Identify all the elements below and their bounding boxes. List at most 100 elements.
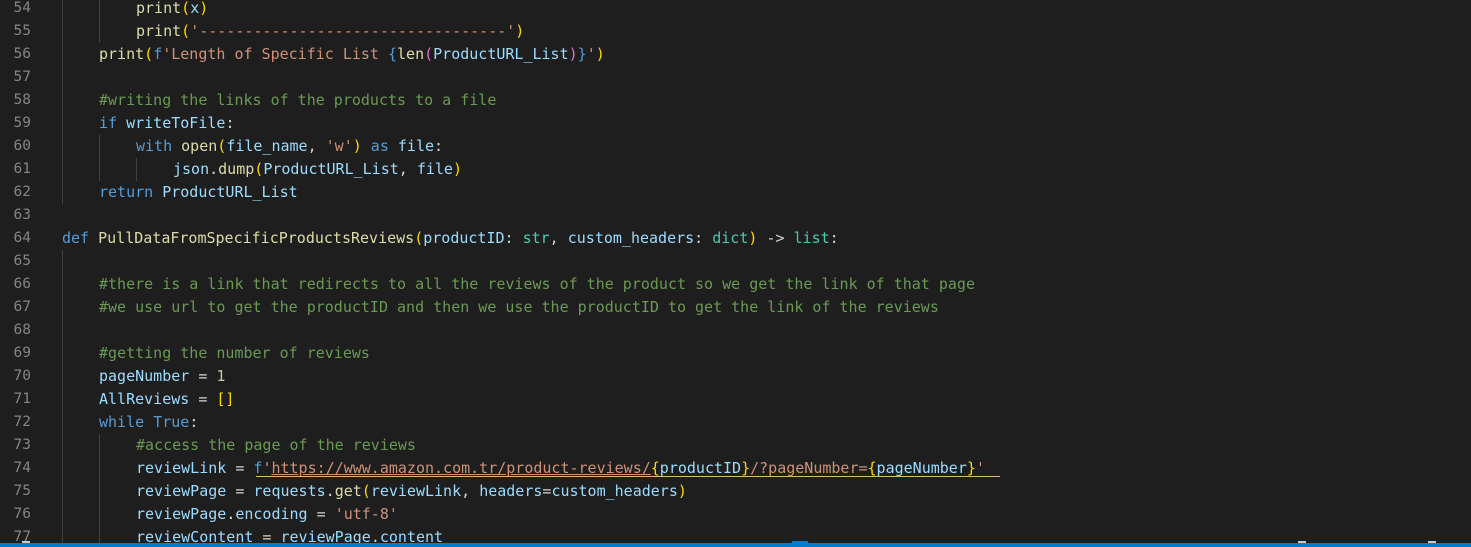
code-line[interactable]: def PullDataFromSpecificProductsReviews(… xyxy=(62,227,839,250)
code-token: def xyxy=(62,229,99,247)
code-token: file xyxy=(397,137,435,155)
code-token: : xyxy=(504,229,523,247)
line-number: 58 xyxy=(13,92,31,108)
code-token: True xyxy=(153,413,190,431)
indent-guide xyxy=(99,135,100,158)
code-line[interactable]: #we use url to get the productID and the… xyxy=(99,296,939,319)
code-area[interactable]: print(x) print('-------------------------… xyxy=(62,0,1452,547)
line-number: 69 xyxy=(13,345,31,361)
code-token: as xyxy=(361,137,398,155)
indent-guide xyxy=(136,158,137,181)
code-token: ( xyxy=(181,22,191,40)
code-token: #writing the links of the products to a … xyxy=(99,91,497,109)
code-token: , xyxy=(307,137,326,155)
line-number: 60 xyxy=(13,138,31,154)
code-token: . xyxy=(226,505,236,523)
code-token: . xyxy=(209,160,219,178)
code-token: print xyxy=(136,0,182,17)
code-token: { xyxy=(867,459,877,477)
code-token: writeToFile xyxy=(126,114,226,132)
code-token: custom_headers xyxy=(567,229,695,247)
line-number: 74 xyxy=(13,460,31,476)
code-line[interactable]: print('---------------------------------… xyxy=(136,20,524,43)
indent-guide xyxy=(99,20,100,43)
code-token: , xyxy=(398,160,417,178)
code-token: ProductURL_List xyxy=(263,160,399,178)
code-token: dump xyxy=(218,160,255,178)
code-token: } xyxy=(966,459,976,477)
code-line[interactable]: with open(file_name, 'w') as file: xyxy=(136,135,443,158)
code-line[interactable]: #writing the links of the products to a … xyxy=(99,89,496,112)
code-line[interactable]: #access the page of the reviews xyxy=(136,434,416,457)
indent-guide xyxy=(62,457,63,480)
code-token: ProductURL_List xyxy=(433,45,569,63)
code-token: { xyxy=(650,459,660,477)
code-line[interactable]: pageNumber = 1 xyxy=(99,365,225,388)
code-token: open xyxy=(181,137,218,155)
code-token: reviewLink xyxy=(136,459,227,477)
code-token: #getting the number of reviews xyxy=(99,344,370,362)
code-line[interactable]: return ProductURL_List xyxy=(99,181,298,204)
indent-guide xyxy=(99,503,100,526)
code-token: file xyxy=(416,160,453,178)
indent-guide xyxy=(99,457,100,480)
line-number: 64 xyxy=(13,230,31,246)
code-line[interactable]: #getting the number of reviews xyxy=(99,342,370,365)
code-token: ( xyxy=(144,45,154,63)
indent-guide xyxy=(62,273,63,296)
indent-guide xyxy=(99,480,100,503)
code-token: f xyxy=(153,45,163,63)
code-line[interactable]: reviewPage = requests.get(reviewLink, he… xyxy=(136,480,687,503)
code-token: ProductURL_List xyxy=(162,183,298,201)
code-line[interactable]: json.dump(ProductURL_List, file) xyxy=(173,158,462,181)
indent-guide xyxy=(62,181,63,204)
code-token: str xyxy=(522,229,550,247)
code-editor[interactable]: 54 55 56 57 58 59 60 61 62 63 64 65 66 67 68 69 70 71 72 73… xyxy=(0,0,1471,547)
code-line[interactable]: print(x) xyxy=(136,0,208,20)
code-line[interactable]: reviewPage.encoding = 'utf-8' xyxy=(136,503,398,526)
code-token: custom_headers xyxy=(551,482,678,500)
indent-guide xyxy=(62,503,63,526)
code-token: with xyxy=(136,137,182,155)
code-token: } xyxy=(741,459,751,477)
code-line[interactable]: if writeToFile: xyxy=(99,112,234,135)
code-token: ( xyxy=(361,482,371,500)
code-token: productID xyxy=(423,229,505,247)
code-token: ' xyxy=(586,45,596,63)
code-token: AllReviews xyxy=(99,390,190,408)
code-token: , xyxy=(549,229,568,247)
code-token: requests xyxy=(253,482,326,500)
code-token: [] xyxy=(216,390,235,408)
link-underline-hint xyxy=(256,476,1000,477)
indent-guide xyxy=(62,319,63,342)
code-token: ' xyxy=(975,459,985,477)
code-token: encoding xyxy=(235,505,308,523)
line-number-gutter: 54 55 56 57 58 59 60 61 62 63 64 65 66 67 68 69 70 71 72 73… xyxy=(0,0,44,547)
line-number: 70 xyxy=(13,368,31,384)
code-token: : xyxy=(829,229,839,247)
indent-guide xyxy=(62,388,63,411)
code-token: #we use url to get the productID and the… xyxy=(99,298,939,316)
indent-guide xyxy=(62,66,63,89)
code-line[interactable]: #there is a link that redirects to all t… xyxy=(99,273,975,296)
code-token: pageNumber xyxy=(876,459,967,477)
status-bar[interactable] xyxy=(0,543,1471,547)
code-token: = xyxy=(189,367,217,385)
indent-guide xyxy=(62,0,63,20)
code-token: ( xyxy=(424,45,434,63)
code-token: https://www.amazon.com.tr/product-review… xyxy=(271,459,651,477)
code-token: = xyxy=(189,390,217,408)
code-line[interactable]: while True: xyxy=(99,411,198,434)
code-line[interactable]: print(f'Length of Specific List {len(Pro… xyxy=(99,43,605,66)
code-token: reviewPage xyxy=(136,505,227,523)
code-token: '----------------------------------' xyxy=(190,22,516,40)
code-token: 1 xyxy=(216,367,226,385)
code-line[interactable]: AllReviews = [] xyxy=(99,388,234,411)
code-token: get xyxy=(334,482,362,500)
code-token: ( xyxy=(181,0,191,17)
line-number: 57 xyxy=(13,69,31,85)
code-token: while xyxy=(99,413,154,431)
code-token: return xyxy=(99,183,163,201)
indent-guide xyxy=(62,20,63,43)
line-number: 76 xyxy=(13,506,31,522)
